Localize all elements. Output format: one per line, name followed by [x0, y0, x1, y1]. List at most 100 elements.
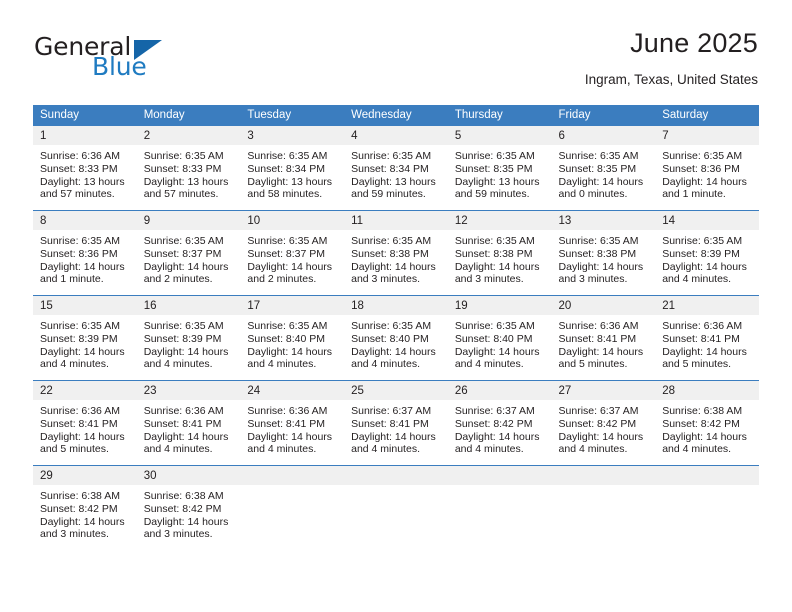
daylight-duration-line1: Daylight: 14 hours: [40, 515, 125, 528]
day-cell-content: 27 Sunrise: 6:37 AM Sunset: 8:42 PM Dayligh…: [551, 381, 656, 465]
day-cell-content: 18 Sunrise: 6:35 AM Sunset: 8:40 PM Dayligh…: [344, 296, 448, 380]
day-details: Sunrise: 6:35 AM Sunset: 8:38 PM Daylight:…: [448, 230, 552, 286]
daylight-duration-line1: Daylight: 14 hours: [662, 430, 747, 443]
day-number: 28: [655, 381, 759, 400]
calendar-day-cell[interactable]: 27 Sunrise: 6:37 AM Sunset: 8:42 PM Dayligh…: [551, 380, 656, 466]
sunrise-time: Sunrise: 6:35 AM: [351, 320, 432, 332]
day-details: [448, 485, 552, 490]
calendar-day-cell[interactable]: 10 Sunrise: 6:35 AM Sunset: 8:37 PM Dayligh…: [240, 210, 345, 296]
calendar-day-cell[interactable]: 22 Sunrise: 6:36 AM Sunset: 8:41 PM Dayligh…: [33, 380, 137, 466]
calendar-day-cell[interactable]: 1 Sunrise: 6:36 AM Sunset: 8:33 PM Daylight…: [33, 126, 137, 211]
day-details: Sunrise: 6:37 AM Sunset: 8:41 PM Daylight:…: [344, 400, 448, 456]
calendar-week-row: 22 Sunrise: 6:36 AM Sunset: 8:41 PM Dayligh…: [33, 380, 759, 466]
day-details: Sunrise: 6:36 AM Sunset: 8:33 PM Daylight:…: [33, 145, 137, 201]
calendar-day-cell[interactable]: 13 Sunrise: 6:35 AM Sunset: 8:38 PM Dayligh…: [551, 210, 656, 296]
day-number: [344, 466, 448, 485]
day-cell-content: 8 Sunrise: 6:35 AM Sunset: 8:36 PM Daylight…: [33, 211, 137, 295]
calendar-day-cell[interactable]: [240, 465, 345, 550]
day-number: 8: [33, 211, 137, 230]
day-number: 24: [240, 381, 345, 400]
day-number: 7: [655, 126, 759, 145]
daylight-duration-line2: and 1 minute.: [40, 273, 104, 286]
calendar-day-cell[interactable]: 7 Sunrise: 6:35 AM Sunset: 8:36 PM Daylight…: [655, 126, 759, 211]
calendar-day-cell[interactable]: 25 Sunrise: 6:37 AM Sunset: 8:41 PM Dayligh…: [344, 380, 448, 466]
day-number: 22: [33, 381, 137, 400]
daylight-duration-line2: and 57 minutes.: [143, 188, 219, 201]
day-cell-content: 3 Sunrise: 6:35 AM Sunset: 8:34 PM Daylight…: [240, 126, 345, 210]
calendar-day-cell[interactable]: [344, 465, 448, 550]
calendar-day-cell[interactable]: 29 Sunrise: 6:38 AM Sunset: 8:42 PM Dayligh…: [33, 465, 137, 550]
calendar-day-cell[interactable]: 11 Sunrise: 6:35 AM Sunset: 8:38 PM Dayligh…: [344, 210, 448, 296]
page-header: General Blue June 2025 Ingram, Texas, Un…: [34, 28, 758, 96]
sunrise-time: Sunrise: 6:35 AM: [247, 235, 328, 247]
sunset-time: Sunset: 8:36 PM: [662, 162, 740, 175]
day-number: 25: [344, 381, 448, 400]
calendar-day-cell[interactable]: 28 Sunrise: 6:38 AM Sunset: 8:42 PM Dayligh…: [655, 380, 759, 466]
day-number: 20: [551, 296, 656, 315]
day-details: Sunrise: 6:35 AM Sunset: 8:34 PM Daylight:…: [240, 145, 344, 201]
sunrise-time: Sunrise: 6:35 AM: [662, 235, 743, 247]
calendar-body: 1 Sunrise: 6:36 AM Sunset: 8:33 PM Daylight…: [33, 126, 759, 550]
calendar-day-cell[interactable]: 4 Sunrise: 6:35 AM Sunset: 8:34 PM Daylight…: [344, 126, 448, 211]
sunset-time: Sunset: 8:37 PM: [143, 247, 222, 260]
weekday-header-friday: Friday: [551, 105, 656, 126]
calendar-day-cell[interactable]: 14 Sunrise: 6:35 AM Sunset: 8:39 PM Dayligh…: [655, 210, 759, 296]
calendar-day-cell[interactable]: 16 Sunrise: 6:35 AM Sunset: 8:39 PM Dayligh…: [136, 295, 241, 381]
calendar-day-cell[interactable]: 12 Sunrise: 6:35 AM Sunset: 8:38 PM Dayligh…: [447, 210, 552, 296]
calendar-day-cell[interactable]: [447, 465, 552, 550]
sunrise-time: Sunrise: 6:36 AM: [40, 405, 120, 417]
sunrise-time: Sunrise: 6:35 AM: [247, 150, 328, 162]
calendar-day-cell[interactable]: 8 Sunrise: 6:35 AM Sunset: 8:36 PM Daylight…: [33, 210, 137, 296]
day-number: 16: [136, 296, 241, 315]
calendar-day-cell[interactable]: [551, 465, 656, 550]
daylight-duration-line1: Daylight: 14 hours: [454, 430, 540, 443]
calendar-day-cell[interactable]: 5 Sunrise: 6:35 AM Sunset: 8:35 PM Daylight…: [447, 126, 552, 211]
calendar-day-cell[interactable]: 30 Sunrise: 6:38 AM Sunset: 8:42 PM Dayligh…: [136, 465, 241, 550]
daylight-duration-line1: Daylight: 14 hours: [558, 345, 644, 358]
calendar-day-cell[interactable]: 6 Sunrise: 6:35 AM Sunset: 8:35 PM Daylight…: [551, 126, 656, 211]
calendar-day-cell[interactable]: 20 Sunrise: 6:36 AM Sunset: 8:41 PM Dayligh…: [551, 295, 656, 381]
weekday-header-wednesday: Wednesday: [344, 105, 448, 126]
sunset-time: Sunset: 8:33 PM: [143, 162, 222, 175]
sunset-time: Sunset: 8:34 PM: [351, 162, 429, 175]
calendar-day-cell[interactable]: 9 Sunrise: 6:35 AM Sunset: 8:37 PM Daylight…: [136, 210, 241, 296]
day-number: 30: [136, 466, 241, 485]
sunset-time: Sunset: 8:41 PM: [40, 417, 118, 430]
sunrise-time: Sunrise: 6:35 AM: [143, 150, 224, 162]
sunrise-time: Sunrise: 6:35 AM: [454, 150, 535, 162]
sunrise-time: Sunrise: 6:38 AM: [143, 490, 224, 502]
calendar-day-cell[interactable]: 17 Sunrise: 6:35 AM Sunset: 8:40 PM Dayligh…: [240, 295, 345, 381]
daylight-duration-line1: Daylight: 14 hours: [40, 430, 125, 443]
day-cell-content: 24 Sunrise: 6:36 AM Sunset: 8:41 PM Dayligh…: [240, 381, 345, 465]
day-details: Sunrise: 6:35 AM Sunset: 8:36 PM Daylight:…: [655, 145, 759, 201]
calendar-day-cell[interactable]: [655, 465, 759, 550]
daylight-duration-line1: Daylight: 14 hours: [558, 260, 644, 273]
calendar-day-cell[interactable]: 26 Sunrise: 6:37 AM Sunset: 8:42 PM Dayligh…: [447, 380, 552, 466]
weekday-header-tuesday: Tuesday: [240, 105, 345, 126]
calendar-day-cell[interactable]: 18 Sunrise: 6:35 AM Sunset: 8:40 PM Dayligh…: [344, 295, 448, 381]
daylight-duration-line1: Daylight: 14 hours: [143, 345, 229, 358]
day-cell-content: 6 Sunrise: 6:35 AM Sunset: 8:35 PM Daylight…: [551, 126, 656, 210]
daylight-duration-line1: Daylight: 13 hours: [143, 175, 229, 188]
sunrise-time: Sunrise: 6:35 AM: [351, 235, 432, 247]
calendar-day-cell[interactable]: 15 Sunrise: 6:35 AM Sunset: 8:39 PM Dayligh…: [33, 295, 137, 381]
calendar-day-cell[interactable]: 21 Sunrise: 6:36 AM Sunset: 8:41 PM Dayligh…: [655, 295, 759, 381]
sunset-time: Sunset: 8:37 PM: [247, 247, 326, 260]
day-cell-content: 28 Sunrise: 6:38 AM Sunset: 8:42 PM Dayligh…: [655, 381, 759, 465]
page-title: June 2025: [630, 28, 758, 58]
day-details: Sunrise: 6:35 AM Sunset: 8:35 PM Daylight:…: [552, 145, 656, 201]
calendar-day-cell[interactable]: 3 Sunrise: 6:35 AM Sunset: 8:34 PM Daylight…: [240, 126, 345, 211]
daylight-duration-line2: and 59 minutes.: [454, 188, 530, 201]
day-number: 5: [447, 126, 552, 145]
calendar-day-cell[interactable]: 24 Sunrise: 6:36 AM Sunset: 8:41 PM Dayligh…: [240, 380, 345, 466]
day-details: Sunrise: 6:36 AM Sunset: 8:41 PM Daylight:…: [552, 315, 656, 371]
general-blue-logo[interactable]: General Blue: [34, 32, 244, 84]
day-number: 4: [344, 126, 448, 145]
day-details: Sunrise: 6:36 AM Sunset: 8:41 PM Daylight:…: [33, 400, 137, 456]
day-details: Sunrise: 6:35 AM Sunset: 8:33 PM Daylight:…: [137, 145, 241, 201]
calendar-day-cell[interactable]: 23 Sunrise: 6:36 AM Sunset: 8:41 PM Dayligh…: [136, 380, 241, 466]
daylight-duration-line2: and 4 minutes.: [143, 443, 213, 456]
calendar-day-cell[interactable]: 19 Sunrise: 6:35 AM Sunset: 8:40 PM Dayligh…: [447, 295, 552, 381]
day-cell-content: [344, 466, 448, 550]
calendar-day-cell[interactable]: 2 Sunrise: 6:35 AM Sunset: 8:33 PM Daylight…: [136, 126, 241, 211]
